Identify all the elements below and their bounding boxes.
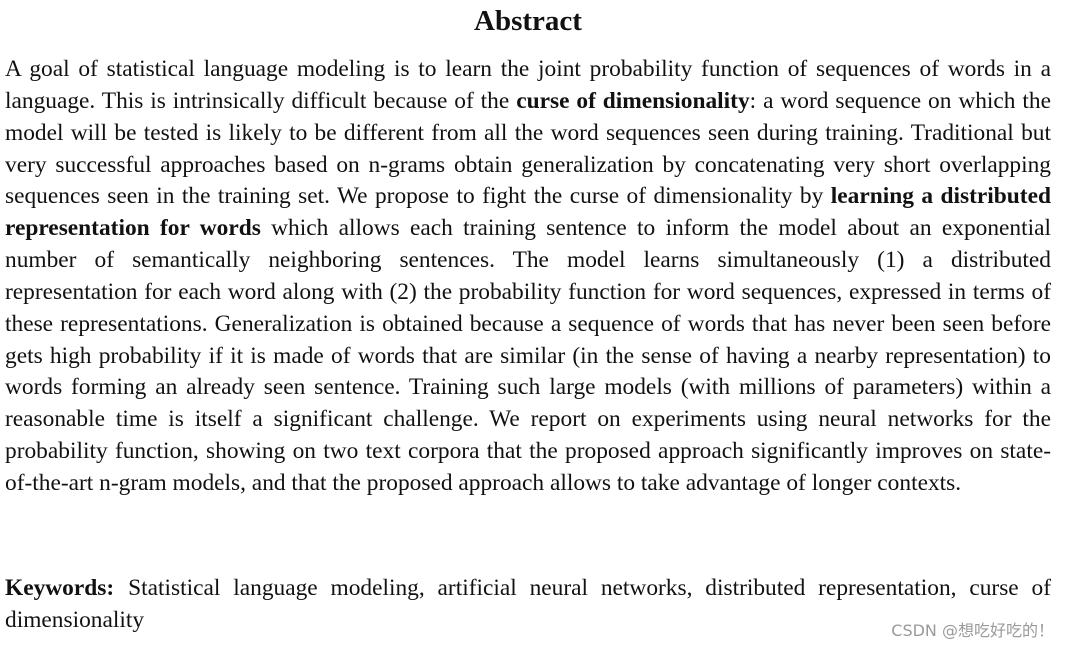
keywords-label: Keywords:	[5, 575, 115, 601]
abstract-emphasis: curse of dimensionality	[516, 87, 750, 114]
abstract-paragraph: A goal of statistical language modeling …	[5, 54, 1051, 500]
watermark: CSDN @想吃好吃的！	[891, 621, 1054, 640]
abstract-heading: Abstract	[474, 5, 582, 37]
abstract-text: which allows each training sentence to i…	[5, 215, 1052, 496]
